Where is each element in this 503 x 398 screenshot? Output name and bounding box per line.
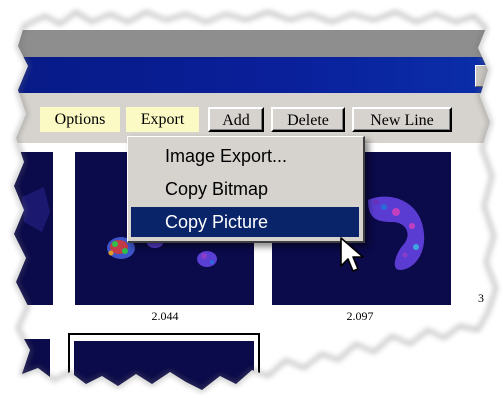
thumbnail-frame-row2[interactable]: [68, 333, 260, 398]
add-button[interactable]: Add: [208, 107, 264, 132]
menu-item-copy-picture[interactable]: Copy Picture: [131, 207, 359, 237]
thumbnail-image: [22, 187, 50, 232]
title-bar: [0, 57, 503, 93]
export-dropdown-menu: Image Export... Copy Bitmap Copy Picture: [127, 136, 365, 243]
thumbnail-label-3: 3: [478, 291, 484, 305]
window-control-button[interactable]: [475, 65, 497, 87]
thumbnail-panel-row2-left[interactable]: [0, 339, 50, 398]
menu-item-copy-bitmap[interactable]: Copy Bitmap: [131, 174, 359, 204]
export-button[interactable]: Export: [126, 107, 199, 132]
menu-item-image-export[interactable]: Image Export...: [131, 141, 359, 171]
arrow-cursor-icon: [340, 237, 364, 272]
thumbnail-label-1: 2.044: [151, 309, 179, 323]
options-button[interactable]: Options: [40, 107, 120, 132]
delete-button[interactable]: Delete: [271, 107, 345, 132]
screenshot-scene: Options Export Add Delete New Line 2.044…: [0, 0, 503, 398]
new-line-button[interactable]: New Line: [352, 107, 452, 132]
thumbnail-label-2: 2.097: [346, 309, 374, 323]
thumbnail-image: [169, 388, 175, 394]
thumbnail-panel-row2: [74, 341, 254, 398]
thumbnail-panel-left[interactable]: [0, 152, 53, 305]
